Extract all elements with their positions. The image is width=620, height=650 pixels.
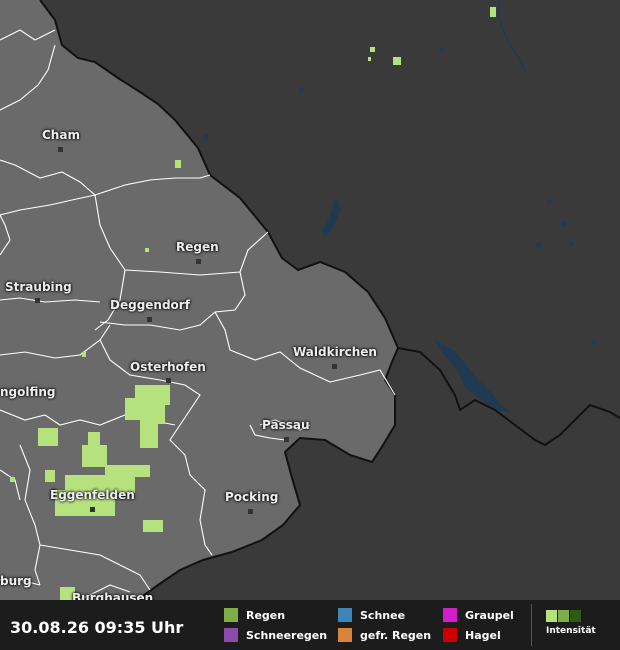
legend-divider (531, 604, 532, 646)
legend-item-schnee: Schnee (338, 608, 405, 622)
legend-label: gefr. Regen (360, 628, 432, 642)
legend-swatch (224, 628, 238, 642)
intensity-low (546, 610, 557, 622)
place-label: ngolfing (0, 385, 56, 399)
place-marker (196, 259, 201, 264)
place-label: Waldkirchen (293, 345, 377, 359)
place-marker (90, 507, 95, 512)
place-label: Osterhofen (130, 360, 206, 374)
place-marker (35, 298, 40, 303)
place-label: Straubing (5, 280, 72, 294)
place-label: Eggenfelden (50, 488, 135, 502)
place-marker (248, 509, 253, 514)
legend-label: Schneeregen (246, 628, 328, 642)
intensity-bars (546, 610, 596, 622)
map-footer: 30.08.26 09:35 Uhr Regen Schneeregen Sch… (0, 600, 620, 650)
timestamp: 30.08.26 09:35 Uhr (10, 618, 184, 637)
place-label: Regen (176, 240, 219, 254)
place-label: Deggendorf (110, 298, 190, 312)
legend-swatch (443, 608, 457, 622)
intensity-high (570, 610, 581, 622)
legend-item-hagel: Hagel (443, 628, 501, 642)
legend-item-graupel: Graupel (443, 608, 514, 622)
place-marker (284, 437, 289, 442)
radar-map[interactable] (0, 0, 620, 650)
intensity-medium (558, 610, 569, 622)
legend-label: Hagel (465, 628, 501, 642)
place-label: burg (0, 574, 32, 588)
legend-label: Regen (246, 608, 286, 622)
legend-swatch (338, 608, 352, 622)
place-marker (58, 147, 63, 152)
place-marker (166, 378, 171, 383)
legend-label: Graupel (465, 608, 514, 622)
place-label: Passau (262, 418, 310, 432)
legend-item-regen: Regen (224, 608, 285, 622)
place-label: Pocking (225, 490, 279, 504)
legend-item-gefr-regen: gefr. Regen (338, 628, 431, 642)
legend-swatch (224, 608, 238, 622)
legend-swatch (443, 628, 457, 642)
intensity-scale: Intensität (546, 610, 596, 636)
intensity-label: Intensität (546, 626, 596, 636)
legend-swatch (338, 628, 352, 642)
legend-item-schneeregen: Schneeregen (224, 628, 327, 642)
place-marker (332, 364, 337, 369)
place-label: Cham (42, 128, 80, 142)
place-marker (147, 317, 152, 322)
legend-label: Schnee (360, 608, 406, 622)
